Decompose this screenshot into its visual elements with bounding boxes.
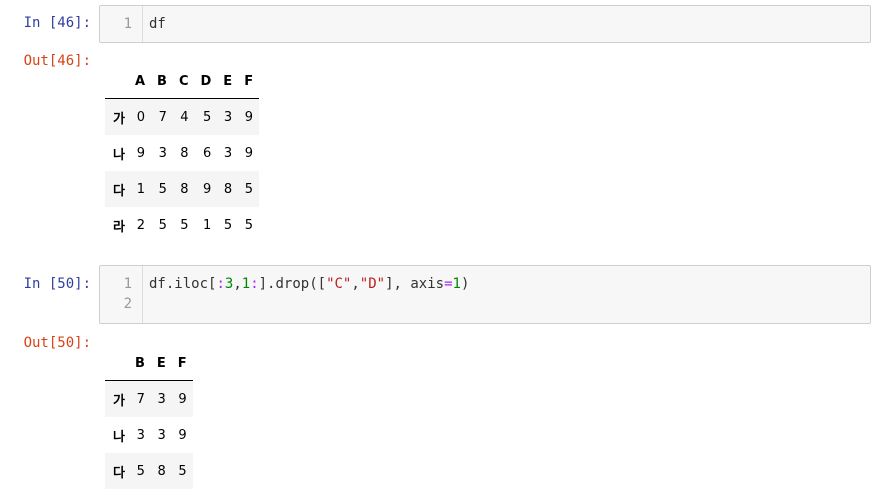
table-header-row: A B C D E F: [105, 64, 260, 99]
code-token: :: [250, 276, 259, 292]
row-index: 가: [113, 393, 125, 409]
code-token: ].drop([: [258, 276, 327, 292]
table-cell: 8: [180, 145, 189, 161]
output-prompt: Out[50]:: [23, 335, 91, 351]
table-row: 가 0 7 4 5 3 9: [105, 98, 260, 135]
column-header: E: [217, 64, 239, 99]
column-header: D: [194, 64, 218, 99]
code-token: df.iloc[: [149, 276, 217, 292]
output-prompt: Out[46]:: [23, 53, 91, 69]
code-token: "C": [326, 276, 352, 292]
code-editor[interactable]: 1 df: [99, 5, 871, 43]
table-cell: 9: [178, 391, 187, 407]
table-cell: 7: [136, 391, 145, 407]
dataframe-output: A B C D E F 가 0 7 4 5 3 9 나 9 3 8 6 3 9 …: [105, 64, 260, 243]
table-cell: 5: [244, 181, 254, 197]
code-token: ,: [351, 276, 360, 292]
table-cell: 8: [180, 181, 189, 197]
row-index: 가: [113, 111, 125, 127]
table-cell: 9: [178, 427, 187, 443]
table-cell: 8: [223, 181, 233, 197]
column-header: E: [150, 346, 172, 381]
table-cell: 5: [203, 109, 212, 125]
notebook-cell-46[interactable]: In [46]: 1 df Out[46]: A B C D E F 가 0 7…: [0, 0, 882, 250]
line-number: 2: [123, 296, 132, 312]
code-token: :: [216, 276, 225, 292]
table-cell: 3: [223, 109, 233, 125]
input-prompt: In [46]:: [23, 15, 91, 31]
line-number-gutter: 1 2: [100, 266, 143, 323]
table-cell: 0: [136, 109, 146, 125]
line-number: 1: [123, 16, 132, 32]
notebook-cell-50[interactable]: In [50]: 1 2 df.iloc[:3,1:].drop(["C","D…: [0, 262, 882, 498]
table-cell: 5: [244, 217, 254, 233]
table-cell: 9: [244, 109, 254, 125]
table-cell: 9: [244, 145, 254, 161]
column-header: B: [151, 64, 173, 99]
table-cell: 3: [157, 427, 166, 443]
table-cell: 1: [136, 181, 146, 197]
code-token: ], axis: [385, 276, 445, 292]
table-row: 나 9 3 8 6 3 9: [105, 135, 259, 171]
table-row: 다 1 5 8 9 8 5: [105, 171, 260, 207]
table-row: 라 2 5 5 1 5 5: [105, 207, 259, 243]
table-cell: 5: [158, 181, 167, 197]
input-prompt: In [50]:: [23, 276, 91, 292]
table-cell: 5: [158, 217, 167, 233]
column-header: C: [172, 64, 195, 99]
code-token: "D": [359, 276, 386, 292]
index-header: [105, 346, 129, 381]
code-token: 1: [452, 276, 461, 292]
table-cell: 9: [203, 181, 212, 197]
column-header: B: [128, 346, 151, 381]
table-cell: 5: [178, 463, 187, 479]
table-cell: 1: [203, 217, 212, 233]
column-header: A: [128, 64, 152, 99]
table-cell: 9: [136, 145, 146, 161]
table-cell: 3: [157, 391, 166, 407]
table-cell: 5: [136, 463, 145, 479]
code-token: 1: [241, 276, 251, 292]
table-cell: 5: [223, 217, 233, 233]
table-cell: 3: [136, 427, 145, 443]
column-header: F: [171, 346, 193, 381]
table-row: 가 7 3 9: [105, 380, 193, 417]
table-cell: 7: [158, 109, 167, 125]
code-token: ): [460, 276, 470, 292]
row-index: 라: [113, 219, 125, 235]
table-cell: 6: [203, 145, 212, 161]
table-cell: 4: [180, 109, 189, 125]
index-header: [105, 64, 129, 99]
row-index: 다: [113, 465, 125, 481]
table-cell: 3: [223, 145, 233, 161]
table-cell: 8: [157, 463, 166, 479]
code-token: =: [444, 276, 453, 292]
table-row: 다 5 8 5: [105, 453, 193, 489]
code-line[interactable]: df: [149, 14, 166, 34]
line-number: 1: [123, 276, 132, 292]
dataframe-output: B E F 가 7 3 9 나 3 3 9 다 5 8 5: [105, 346, 193, 489]
table-header-row: B E F: [105, 346, 193, 381]
table-row: 나 3 3 9: [105, 417, 193, 453]
line-number-gutter: 1: [100, 6, 143, 42]
code-token: ,: [233, 276, 242, 292]
row-index: 나: [113, 147, 125, 163]
table-cell: 5: [180, 217, 189, 233]
code-line[interactable]: df.iloc[:3,1:].drop(["C","D"], axis=1): [149, 274, 469, 294]
code-editor[interactable]: 1 2 df.iloc[:3,1:].drop(["C","D"], axis=…: [99, 265, 871, 324]
column-header: F: [238, 64, 260, 99]
row-index: 다: [113, 183, 125, 199]
row-index: 나: [113, 429, 125, 445]
table-cell: 3: [158, 145, 167, 161]
table-cell: 2: [136, 217, 146, 233]
